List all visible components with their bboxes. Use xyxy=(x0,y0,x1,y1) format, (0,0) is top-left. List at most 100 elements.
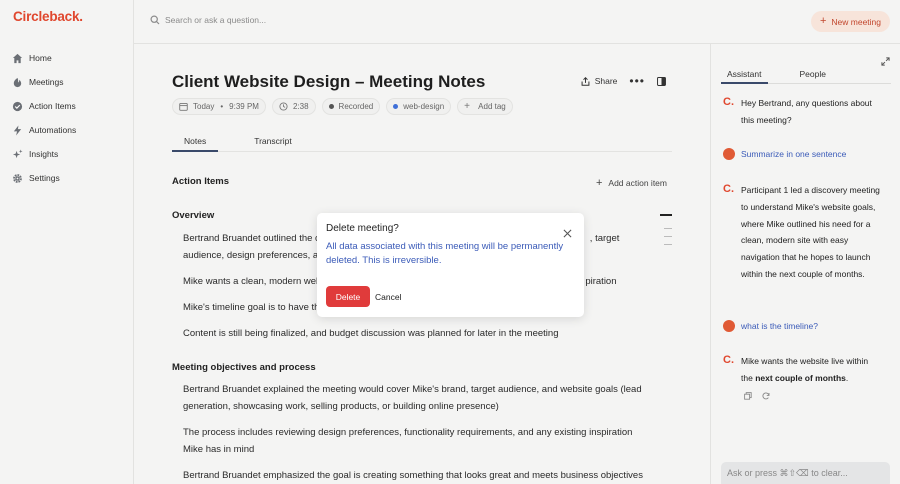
share-icon xyxy=(581,76,590,86)
delete-meeting-dialog: Delete meeting? All data associated with… xyxy=(317,213,584,317)
search-input[interactable]: Search or ask a question... xyxy=(150,15,266,25)
plus-icon: + xyxy=(595,177,603,189)
sidebar: Circleback. Home Meetings Action Items A… xyxy=(0,0,134,484)
message-text: Participant 1 led a discovery meeting to… xyxy=(741,185,880,279)
meeting-meta: Today • 9:39 PM 2:38 Recorded web-design… xyxy=(172,98,513,115)
app-logo[interactable]: Circleback. xyxy=(13,9,83,24)
page-title: Client Website Design – Meeting Notes xyxy=(172,72,486,91)
circleback-logo-icon: C. xyxy=(723,183,734,195)
record-dot-icon xyxy=(328,104,334,109)
add-tag-button[interactable]: + Add tag xyxy=(457,98,513,115)
date-chip[interactable]: Today • 9:39 PM xyxy=(172,98,266,115)
sidebar-item-label: Meetings xyxy=(29,77,64,87)
sidebar-item-automations[interactable]: Automations xyxy=(0,118,134,142)
circleback-logo-icon: C. xyxy=(723,354,734,366)
sidebar-item-action-items[interactable]: Action Items xyxy=(0,94,134,118)
separator-dot: • xyxy=(220,102,224,111)
user-message: what is the timeline? xyxy=(723,320,818,332)
tab-transcript[interactable]: Transcript xyxy=(242,134,303,152)
date-text: Today xyxy=(193,102,215,111)
top-bar: Search or ask a question... + New meetin… xyxy=(134,0,900,44)
sidebar-item-insights[interactable]: Insights xyxy=(0,142,134,166)
new-meeting-button[interactable]: + New meeting xyxy=(810,11,890,32)
tab-notes[interactable]: Notes xyxy=(172,134,219,152)
notes-tabs: Notes Transcript xyxy=(172,134,672,152)
tag-text: web-design xyxy=(403,102,445,111)
gear-icon xyxy=(12,173,23,184)
bullet-text-tail: piration xyxy=(585,276,617,287)
title-actions: Share ••• xyxy=(581,74,666,88)
bullet-text-line2: generation, showcasing work, selling pro… xyxy=(183,401,499,412)
assistant-tabs: Assistant People xyxy=(721,68,891,84)
assistant-message: C. Mike wants the website live within th… xyxy=(723,353,881,387)
check-circle-icon xyxy=(12,101,23,112)
search-placeholder: Search or ask a question... xyxy=(165,15,267,25)
avatar xyxy=(723,148,735,160)
new-meeting-label: New meeting xyxy=(831,16,881,27)
assistant-panel: Assistant People C. Hey Bertrand, any qu… xyxy=(710,44,900,484)
bullet-text-line2: audience, design preferences, a xyxy=(183,250,319,261)
assistant-input[interactable]: Ask or press ⌘⇧⌫ to clear... xyxy=(721,462,890,484)
bolt-icon xyxy=(12,124,23,136)
delete-button[interactable]: Delete xyxy=(326,286,370,307)
calendar-icon xyxy=(179,102,188,111)
outline-minimap xyxy=(664,228,672,252)
search-icon xyxy=(150,15,160,25)
sidebar-item-label: Settings xyxy=(29,173,60,183)
duration-chip: 2:38 xyxy=(271,98,316,115)
overview-heading: Overview xyxy=(172,210,215,221)
cancel-button[interactable]: Cancel xyxy=(375,286,401,307)
tag-dot-icon xyxy=(393,104,399,109)
sidebar-item-settings[interactable]: Settings xyxy=(0,166,134,190)
sidebar-item-label: Action Items xyxy=(29,101,76,111)
tab-people[interactable]: People xyxy=(794,68,832,84)
bullet-text: Bertrand Bruandet explained the meeting … xyxy=(183,384,642,395)
assistant-message: C. Hey Bertrand, any questions about thi… xyxy=(723,95,881,129)
collapse-icon[interactable] xyxy=(660,214,672,216)
bullet-text: Content is still being finalized, and bu… xyxy=(183,328,559,339)
share-label: Share xyxy=(594,76,618,86)
close-icon[interactable] xyxy=(563,225,572,238)
overview-bullet: Content is still being finalized, and bu… xyxy=(183,325,653,342)
recorded-chip: Recorded xyxy=(321,98,381,115)
time-text: 9:39 PM xyxy=(229,102,259,111)
side-panel-icon[interactable] xyxy=(657,76,666,86)
duration-text: 2:38 xyxy=(292,102,309,111)
sidebar-item-home[interactable]: Home xyxy=(0,46,134,70)
sidebar-item-label: Automations xyxy=(29,125,77,135)
bullet-text: Mike wants a clean, modern web xyxy=(183,276,322,287)
circleback-logo-icon: C. xyxy=(723,96,734,108)
objective-bullet: Bertrand Bruandet emphasized the goal is… xyxy=(183,467,653,484)
bullet-text: Mike's timeline goal is to have th xyxy=(183,302,320,313)
objective-bullet: The process includes reviewing design pr… xyxy=(183,424,653,458)
bullet-text: Bertrand Bruandet outlined the c xyxy=(183,233,320,244)
more-options-icon[interactable]: ••• xyxy=(629,74,645,88)
user-message: Summarize in one sentence xyxy=(723,148,846,160)
add-action-item-label: Add action item xyxy=(608,178,667,188)
clock-icon xyxy=(279,102,288,111)
copy-icon[interactable] xyxy=(744,392,752,400)
tab-assistant[interactable]: Assistant xyxy=(721,68,768,84)
home-icon xyxy=(12,53,23,64)
message-text-bold: next couple of months xyxy=(755,372,846,383)
regenerate-icon[interactable] xyxy=(762,392,770,400)
add-action-item-button[interactable]: + Add action item xyxy=(596,177,667,189)
action-items-heading: Action Items xyxy=(172,176,230,187)
sidebar-item-label: Home xyxy=(29,53,52,63)
message-text: Hey Bertrand, any questions about this m… xyxy=(741,98,872,125)
sidebar-item-meetings[interactable]: Meetings xyxy=(0,70,134,94)
share-button[interactable]: Share xyxy=(581,76,618,86)
sidebar-nav: Home Meetings Action Items Automations I… xyxy=(0,46,134,190)
tag-chip[interactable]: web-design xyxy=(386,98,452,115)
message-text-post: . xyxy=(845,372,849,383)
avatar xyxy=(723,320,735,332)
dialog-title: Delete meeting? xyxy=(326,223,399,234)
assistant-input-placeholder: Ask or press ⌘⇧⌫ to clear... xyxy=(727,468,848,478)
sparkle-icon xyxy=(12,148,23,160)
expand-icon[interactable] xyxy=(881,53,890,66)
assistant-message: C. Participant 1 led a discovery meeting… xyxy=(723,182,881,283)
bullet-text: The process includes reviewing design pr… xyxy=(183,427,633,438)
message-text: what is the timeline? xyxy=(741,321,819,331)
recorded-text: Recorded xyxy=(338,102,374,111)
objectives-heading: Meeting objectives and process xyxy=(172,362,316,373)
